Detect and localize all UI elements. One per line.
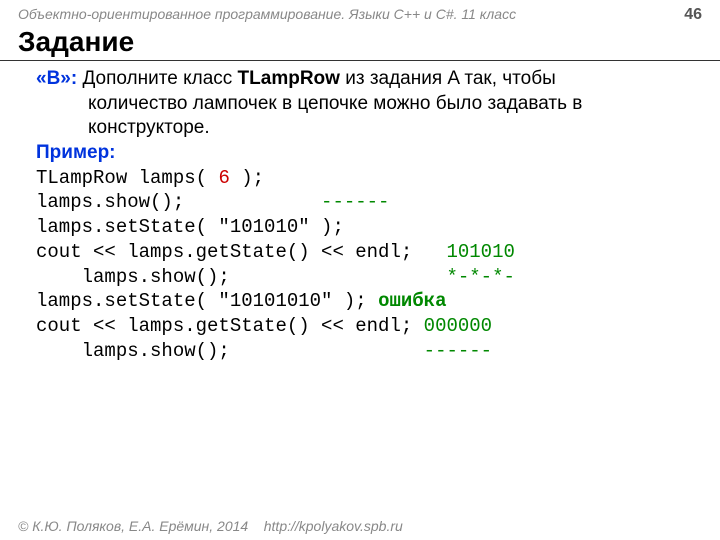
code-l1a: TLampRow lamps( <box>36 167 218 189</box>
slide-footer: © К.Ю. Поляков, Е.А. Ерёмин, 2014 http:/… <box>18 518 403 534</box>
code-l7a: cout << lamps.getState() << endl; <box>36 315 424 337</box>
level-label: «B»: <box>36 68 77 89</box>
slide-content: «B»: Дополните класс TLampRow из задания… <box>0 67 720 363</box>
copyright: © К.Ю. Поляков, Е.А. Ерёмин, 2014 <box>18 518 248 534</box>
code-l5b: *-*-*- <box>446 266 514 288</box>
task-block: «B»: Дополните класс TLampRow из задания… <box>36 67 692 141</box>
code-l8a: lamps.show(); <box>36 340 424 362</box>
course-title: Объектно-ориентированное программировани… <box>18 6 516 22</box>
code-l8b: ------ <box>424 340 492 362</box>
code-l1c: ); <box>230 167 264 189</box>
code-l6b: ошибка <box>378 290 446 312</box>
code-l7b: 000000 <box>424 315 492 337</box>
code-l6a: lamps.setState( "10101010" ); <box>36 290 378 312</box>
code-l2a: lamps.show(); <box>36 191 321 213</box>
code-l4b: 101010 <box>446 241 514 263</box>
code-l4a: cout << lamps.getState() << endl; <box>36 241 446 263</box>
code-l3: lamps.setState( "101010" ); <box>36 216 344 238</box>
code-l2b: ------ <box>321 191 389 213</box>
task-text-2: количество лампочек в цепочке можно было… <box>36 92 692 117</box>
example-label: Пример: <box>36 141 692 166</box>
task-text-1b: из задания A так, чтобы <box>340 68 556 89</box>
task-text-3: конструкторе. <box>36 116 692 141</box>
slide-title: Задание <box>0 24 720 61</box>
code-l5a: lamps.show(); <box>36 266 446 288</box>
code-l1b: 6 <box>218 167 229 189</box>
slide-header: Объектно-ориентированное программировани… <box>0 0 720 24</box>
task-text-1: Дополните класс <box>77 68 237 89</box>
page-number: 46 <box>684 6 702 24</box>
class-name: TLampRow <box>238 68 340 89</box>
code-block: TLampRow lamps( 6 ); lamps.show(); -----… <box>36 166 692 364</box>
footer-url: http://kpolyakov.spb.ru <box>264 518 403 534</box>
